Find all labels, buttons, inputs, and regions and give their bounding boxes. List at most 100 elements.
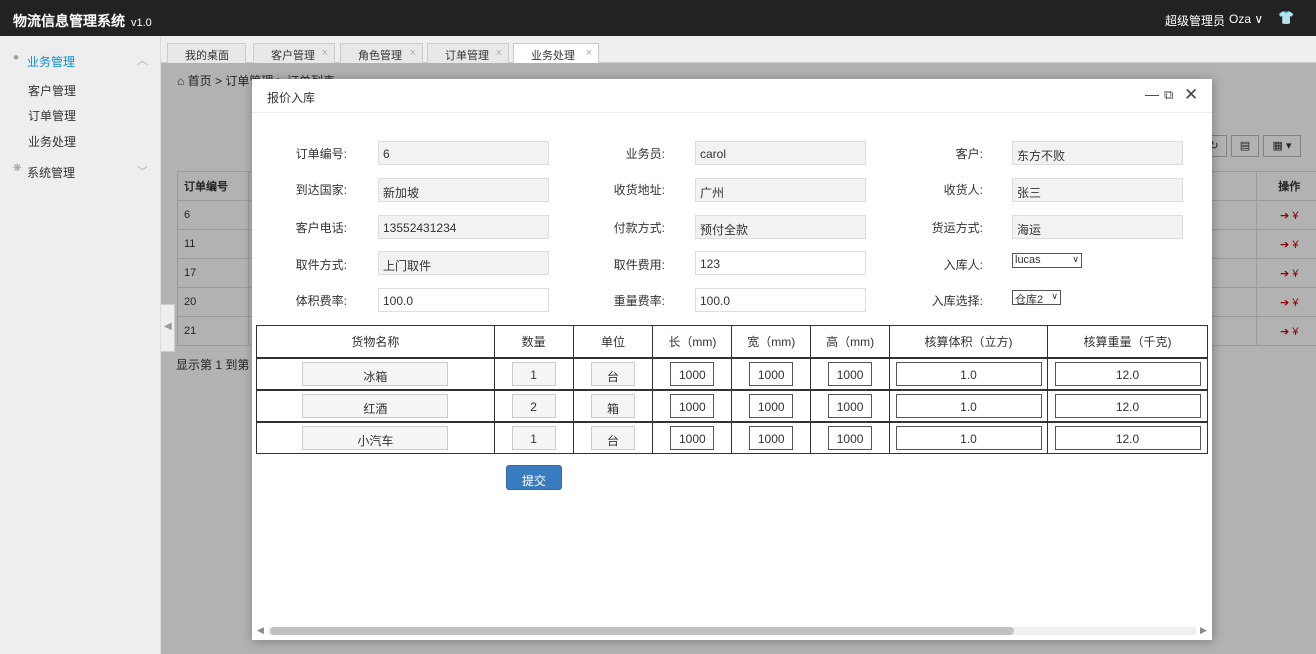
goods-unit[interactable]: 台 [590, 361, 635, 386]
chevron-up-icon: ︿ [137, 55, 148, 67]
goods-header-row: 货物名称 数量 单位 长（mm) 宽（mm) 高（mm) 核算体积（立方) 核算… [256, 325, 1208, 358]
salesman-field[interactable]: carol [695, 141, 866, 165]
app-version: v1.0 [131, 17, 152, 29]
menu-system[interactable]: ❋ 系统管理 ﹀ [0, 160, 160, 182]
length-input[interactable]: 1000 [670, 361, 715, 386]
horizontal-scrollbar[interactable]: ◀ ▶ [256, 625, 1208, 637]
receiver-label: 收货人: [943, 183, 983, 197]
tab-customers[interactable]: 客户管理 × [253, 43, 335, 63]
table-cell: 红酒 [256, 388, 495, 422]
table-cell: 1000 [652, 420, 733, 454]
close-icon[interactable]: × [322, 47, 328, 59]
weight-input[interactable]: 12.0 [1054, 393, 1201, 418]
pickup-label: 取件方式: [295, 258, 347, 272]
scroll-thumb[interactable] [270, 627, 1014, 635]
user-icon: ● [13, 52, 20, 63]
maximize-icon[interactable]: ⧉ [1164, 87, 1173, 103]
tab-business-label: 业务处理 [531, 50, 575, 62]
height-input[interactable]: 1000 [828, 361, 873, 386]
submit-button[interactable]: 提交 [506, 465, 562, 490]
col-unit: 单位 [572, 325, 654, 358]
weight-input[interactable]: 12.0 [1054, 361, 1201, 386]
close-icon[interactable]: ✕ [1184, 85, 1198, 105]
col-height: 高（mm) [810, 325, 891, 358]
volume-input[interactable]: 1.0 [895, 393, 1042, 418]
width-input[interactable]: 1000 [749, 361, 794, 386]
goods-name[interactable]: 红酒 [302, 393, 449, 418]
table-cell: 1 [493, 356, 574, 390]
stocker-label: 入库人: [943, 258, 983, 272]
pickup-field[interactable]: 上门取件 [378, 251, 549, 275]
weight-input[interactable]: 12.0 [1054, 425, 1201, 450]
height-input[interactable]: 1000 [828, 425, 873, 450]
height-input[interactable]: 1000 [828, 393, 873, 418]
length-input[interactable]: 1000 [670, 393, 715, 418]
scroll-left-icon[interactable]: ◀ [257, 625, 264, 636]
user-menu[interactable]: Oza ∨ [1229, 12, 1263, 26]
table-cell: 1000 [810, 420, 891, 454]
phone-field[interactable]: 13552431234 [378, 215, 549, 239]
table-cell: 箱 [572, 388, 654, 422]
tab-roles[interactable]: 角色管理 × [340, 43, 423, 63]
receiver-field[interactable]: 张三 [1012, 178, 1183, 202]
col-weight: 核算重量（千克) [1047, 325, 1208, 358]
volume-input[interactable]: 1.0 [895, 361, 1042, 386]
address-field[interactable]: 广州 [695, 178, 866, 202]
shipping-label: 货运方式: [931, 221, 983, 235]
country-field[interactable]: 新加坡 [378, 178, 549, 202]
table-cell: 12.0 [1047, 420, 1208, 454]
width-input[interactable]: 1000 [749, 425, 794, 450]
tab-business[interactable]: 业务处理 × [513, 43, 599, 64]
sidebar-item-customers[interactable]: 客户管理 [28, 82, 76, 99]
shipping-field[interactable]: 海运 [1012, 215, 1183, 239]
goods-name[interactable]: 冰箱 [302, 361, 449, 386]
skin-icon[interactable]: 👕 [1278, 10, 1294, 26]
payment-field[interactable]: 预付全款 [695, 215, 866, 239]
table-cell: 1000 [731, 356, 812, 390]
order-no-field[interactable]: 6 [378, 141, 549, 165]
table-row: 冰箱 1 台 1000 1000 1000 1.0 12.0 [256, 356, 1208, 390]
stocker-value: lucas [1015, 254, 1041, 266]
goods-unit[interactable]: 箱 [590, 393, 635, 418]
close-icon[interactable]: × [586, 47, 592, 59]
goods-qty[interactable]: 1 [511, 425, 556, 450]
customer-field[interactable]: 东方不败 [1012, 141, 1183, 165]
pickup-fee-label: 取件费用: [613, 258, 665, 272]
country-label: 到达国家: [295, 183, 347, 197]
close-icon[interactable]: × [410, 47, 416, 59]
table-cell: 1.0 [889, 356, 1048, 390]
goods-qty[interactable]: 1 [511, 361, 556, 386]
goods-qty[interactable]: 2 [511, 393, 556, 418]
payment-label: 付款方式: [613, 221, 665, 235]
goods-unit[interactable]: 台 [590, 425, 635, 450]
table-cell: 台 [572, 356, 654, 390]
chevron-down-icon: ∨ [1072, 254, 1079, 264]
chevron-down-icon: ﹀ [137, 166, 148, 178]
menu-business[interactable]: ● 业务管理 ︿ [0, 49, 160, 71]
warehouse-select[interactable]: 仓库2 ∨ [1012, 290, 1061, 306]
tab-desktop[interactable]: 我的桌面 [167, 43, 246, 63]
app-logo[interactable]: 物流信息管理系统 v1.0 [13, 11, 152, 31]
tab-orders[interactable]: 订单管理 × [427, 43, 509, 63]
length-input[interactable]: 1000 [670, 425, 715, 450]
chevron-down-icon: ∨ [1051, 291, 1058, 301]
pickup-fee-field[interactable]: 123 [695, 251, 866, 275]
sidebar-item-orders[interactable]: 订单管理 [28, 107, 76, 124]
volume-input[interactable]: 1.0 [895, 425, 1042, 450]
modal-title: 报价入库 [267, 91, 316, 105]
app-title: 物流信息管理系统 [13, 13, 125, 29]
close-icon[interactable]: × [496, 47, 502, 59]
address-label: 收货地址: [613, 183, 665, 197]
scroll-right-icon[interactable]: ▶ [1200, 625, 1207, 636]
sidebar-toggle-icon[interactable]: ◀ [161, 304, 175, 352]
table-cell: 1000 [810, 388, 891, 422]
table-cell: 1.0 [889, 388, 1048, 422]
goods-name[interactable]: 小汽车 [302, 425, 449, 450]
sidebar-item-business[interactable]: 业务处理 [28, 133, 76, 150]
volume-rate-field[interactable]: 100.0 [378, 288, 549, 312]
table-cell: 台 [572, 420, 654, 454]
weight-rate-field[interactable]: 100.0 [695, 288, 866, 312]
minimize-icon[interactable]: — [1145, 86, 1159, 102]
width-input[interactable]: 1000 [749, 393, 794, 418]
stocker-select[interactable]: lucas ∨ [1012, 253, 1082, 268]
